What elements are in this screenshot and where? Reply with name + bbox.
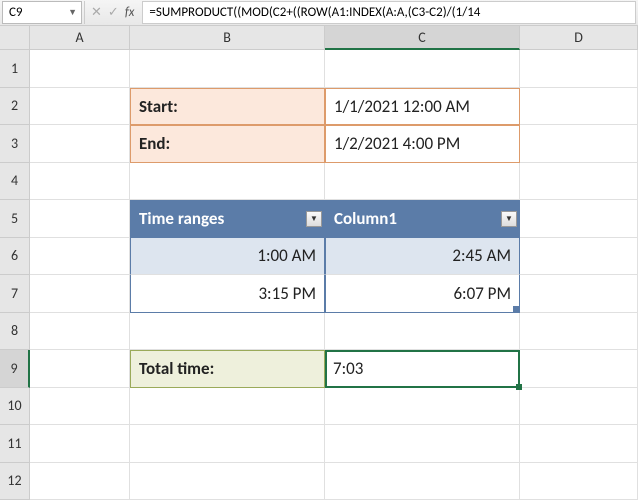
row-head-6[interactable]: 6 [0, 238, 30, 276]
cell-c3-end-value[interactable]: 1/2/2021 4:00 PM [325, 125, 520, 163]
cell-d2[interactable] [520, 88, 638, 126]
cell-b10[interactable] [130, 388, 325, 426]
cell-d8[interactable] [520, 313, 638, 351]
cell-d9[interactable] [520, 350, 638, 388]
header-text: Time ranges [139, 208, 224, 229]
cell-a3[interactable] [30, 125, 130, 163]
col-head-d[interactable]: D [520, 26, 638, 50]
row-head-11[interactable]: 11 [0, 425, 30, 463]
cell-a8[interactable] [30, 313, 130, 351]
cell-c10[interactable] [325, 388, 520, 426]
table-resize-handle[interactable] [513, 306, 520, 313]
cell-d7[interactable] [520, 275, 638, 313]
filter-dropdown-icon[interactable]: ▼ [306, 211, 322, 227]
cell-a6[interactable] [30, 238, 130, 276]
cell-c6[interactable]: 2:45 AM [325, 238, 520, 276]
cell-b11[interactable] [130, 425, 325, 463]
cell-a10[interactable] [30, 388, 130, 426]
formula-controls: ✕ ✓ fx [84, 1, 140, 24]
cell-d12[interactable] [520, 463, 638, 501]
row-head-12[interactable]: 12 [0, 463, 30, 501]
cell-b3-end-label[interactable]: End: [130, 125, 325, 163]
formula-input[interactable]: =SUMPRODUCT((MOD(C2+((ROW(A1:INDEX(A:A,(… [142, 1, 636, 24]
row-head-3[interactable]: 3 [0, 125, 30, 163]
cell-d5[interactable] [520, 200, 638, 238]
formula-bar-row: C9 ▼ ✕ ✓ fx =SUMPRODUCT((MOD(C2+((ROW(A1… [0, 0, 638, 26]
cell-b12[interactable] [130, 463, 325, 501]
row-head-10[interactable]: 10 [0, 388, 30, 426]
total-text: 7:03 [333, 358, 363, 379]
cell-b6[interactable]: 1:00 AM [130, 238, 325, 276]
cell-c12[interactable] [325, 463, 520, 501]
cell-a11[interactable] [30, 425, 130, 463]
cell-a9[interactable] [30, 350, 130, 388]
select-all-corner[interactable] [0, 26, 30, 50]
cell-c7-value: 6:07 PM [453, 283, 511, 304]
row-head-1[interactable]: 1 [0, 50, 30, 88]
cell-a2[interactable] [30, 88, 130, 126]
cell-c1[interactable] [325, 50, 520, 88]
cell-d10[interactable] [520, 388, 638, 426]
row-head-5[interactable]: 5 [0, 200, 30, 238]
check-icon[interactable]: ✓ [108, 5, 119, 20]
fx-icon[interactable]: fx [125, 5, 135, 20]
row-head-2[interactable]: 2 [0, 88, 30, 126]
cell-a4[interactable] [30, 163, 130, 201]
formula-text: =SUMPRODUCT((MOD(C2+((ROW(A1:INDEX(A:A,(… [149, 5, 480, 20]
cell-d11[interactable] [520, 425, 638, 463]
name-box[interactable]: C9 ▼ [2, 1, 82, 24]
cell-a5[interactable] [30, 200, 130, 238]
row-head-8[interactable]: 8 [0, 313, 30, 351]
cell-d4[interactable] [520, 163, 638, 201]
spreadsheet-grid: A B C D 1 2 Start: 1/1/2021 12:00 AM 3 E… [0, 26, 638, 500]
cell-d1[interactable] [520, 50, 638, 88]
table-header-column1[interactable]: Column1 ▼ [325, 200, 520, 238]
cell-b9-total-label[interactable]: Total time: [130, 350, 325, 388]
cell-b7[interactable]: 3:15 PM [130, 275, 325, 313]
header-text: Column1 [334, 208, 397, 229]
cancel-icon[interactable]: ✕ [91, 5, 102, 20]
cell-c11[interactable] [325, 425, 520, 463]
table-header-time-ranges[interactable]: Time ranges ▼ [130, 200, 325, 238]
col-head-c[interactable]: C [325, 26, 520, 50]
filter-dropdown-icon[interactable]: ▼ [501, 211, 517, 227]
cell-a7[interactable] [30, 275, 130, 313]
cell-c7[interactable]: 6:07 PM [325, 275, 520, 313]
col-head-a[interactable]: A [30, 26, 130, 50]
cell-b4[interactable] [130, 163, 325, 201]
cell-b1[interactable] [130, 50, 325, 88]
row-head-4[interactable]: 4 [0, 163, 30, 201]
row-head-9[interactable]: 9 [0, 350, 30, 388]
cell-d6[interactable] [520, 238, 638, 276]
cell-c2-start-value[interactable]: 1/1/2021 12:00 AM [325, 88, 520, 126]
cell-a12[interactable] [30, 463, 130, 501]
cell-d3[interactable] [520, 125, 638, 163]
cell-c8[interactable] [325, 313, 520, 351]
cell-b2-start-label[interactable]: Start: [130, 88, 325, 126]
chevron-down-icon[interactable]: ▼ [68, 7, 77, 18]
name-box-value: C9 [9, 5, 23, 20]
col-head-b[interactable]: B [130, 26, 325, 50]
cell-c9-total-value[interactable]: 7:03 [325, 350, 520, 388]
cell-b8[interactable] [130, 313, 325, 351]
cell-a1[interactable] [30, 50, 130, 88]
cell-c4[interactable] [325, 163, 520, 201]
row-head-7[interactable]: 7 [0, 275, 30, 313]
